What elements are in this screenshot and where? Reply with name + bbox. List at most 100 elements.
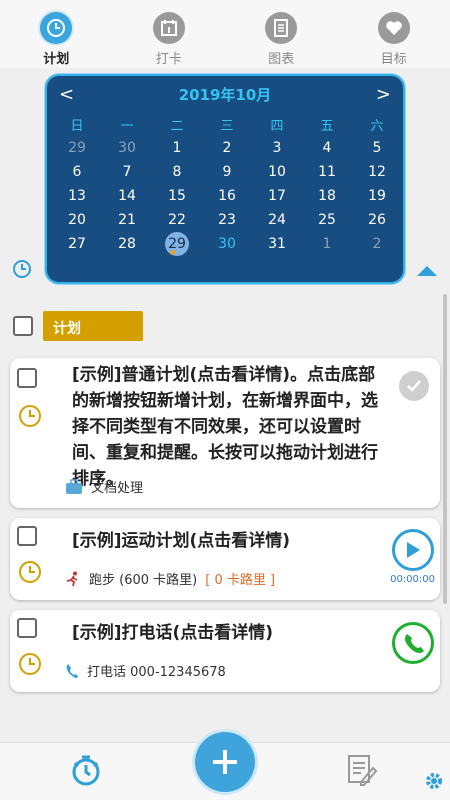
plan-checkbox[interactable]	[17, 618, 37, 638]
calendar-day-today[interactable]: 29	[152, 232, 202, 256]
calendar-day[interactable]: 29	[52, 136, 102, 160]
plan-checkbox[interactable]	[17, 368, 37, 388]
calendar-day[interactable]: 12	[352, 160, 402, 184]
tab-chart[interactable]: 图表	[225, 0, 338, 68]
calendar-day[interactable]: 15	[152, 184, 202, 208]
calendar-day[interactable]: 10	[252, 160, 302, 184]
document-icon	[265, 12, 298, 44]
plan-title: [示例]普通计划(点击看详情)。点击底部的新增按钮新增计划，在新增界面中，选择不…	[72, 365, 378, 489]
notes-icon[interactable]	[347, 754, 377, 786]
calendar-day-number: 15	[168, 188, 186, 204]
calendar-day[interactable]: 30	[102, 136, 152, 160]
tab-goal[interactable]: 目标	[338, 0, 450, 68]
weekday-label: 二	[170, 118, 184, 134]
calendar-day[interactable]: 22	[152, 208, 202, 232]
plan-type: 跑步 (600 卡路里) [ 0 卡路里 ]	[65, 569, 275, 588]
calendar-day-number: 9	[222, 164, 232, 180]
play-button[interactable]	[392, 529, 434, 571]
calendar-day[interactable]: 26	[352, 208, 402, 232]
clock-icon[interactable]	[12, 259, 32, 279]
calendar-day-number: 16	[218, 188, 236, 204]
calendar-day[interactable]: 23	[202, 208, 252, 232]
calendar-day[interactable]: 5	[352, 136, 402, 160]
calendar-day-number: 20	[68, 212, 86, 228]
calendar-day-number: 5	[372, 140, 382, 156]
calendar-day[interactable]: 28	[102, 232, 152, 256]
calendar-day-number: 2	[222, 140, 232, 156]
calendar-day-number: 8	[172, 164, 182, 180]
next-month-button[interactable]: >	[376, 84, 391, 105]
phone-icon	[66, 663, 78, 678]
calendar-day[interactable]: 13	[52, 184, 102, 208]
calendar-day-number: 14	[118, 188, 136, 204]
plan-card[interactable]: [示例]普通计划(点击看详情)。点击底部的新增按钮新增计划，在新增界面中，选择不…	[10, 358, 440, 508]
calendar-day[interactable]: 31	[252, 232, 302, 256]
calendar-day[interactable]: 25	[302, 208, 352, 232]
tab-label: 计划	[43, 52, 70, 67]
calendar-day-number: 30	[118, 140, 136, 156]
calendar-day[interactable]: 21	[102, 208, 152, 232]
plan-card[interactable]: [示例]打电话(点击看详情) 打电话 000-12345678	[10, 610, 440, 692]
collapse-calendar-icon[interactable]	[417, 266, 437, 276]
prev-month-button[interactable]: <	[59, 84, 74, 105]
calendar-day[interactable]: 4	[302, 136, 352, 160]
tab-checkin[interactable]: 打卡	[113, 0, 226, 68]
calendar-day[interactable]: 2	[352, 232, 402, 256]
weekday-label: 三	[220, 118, 234, 134]
calendar-day[interactable]: 14	[102, 184, 152, 208]
plan-card[interactable]: [示例]运动计划(点击看详情) 跑步 (600 卡路里) [ 0 卡路里 ] 0…	[10, 518, 440, 600]
plan-type-label: 文档处理	[91, 481, 144, 496]
calendar-day-number: 23	[218, 212, 236, 228]
calendar-day[interactable]: 8	[152, 160, 202, 184]
calendar-day-number: 29	[68, 140, 86, 156]
calendar-day[interactable]: 20	[52, 208, 102, 232]
calendar-day[interactable]: 16	[202, 184, 252, 208]
calendar-day-number: 21	[118, 212, 136, 228]
stopwatch-icon[interactable]	[70, 754, 102, 786]
running-icon	[66, 571, 78, 586]
calendar-header: < 2019年10月 >	[47, 76, 403, 112]
calendar-day[interactable]: 1	[152, 136, 202, 160]
weekday-label: 五	[320, 118, 334, 134]
tab-plan[interactable]: 计划	[0, 0, 113, 68]
gear-icon[interactable]	[423, 770, 445, 792]
calendar-day-number: 2	[372, 236, 382, 252]
calendar-day-number: 27	[68, 236, 86, 252]
calendar-day[interactable]: 18	[302, 184, 352, 208]
calendar-day-number: 22	[168, 212, 186, 228]
scrollbar[interactable]	[443, 294, 447, 604]
calendar-day[interactable]: 24	[252, 208, 302, 232]
calendar-day[interactable]: 19	[352, 184, 402, 208]
calendar-day-number: 19	[368, 188, 386, 204]
top-tab-bar: 计划 打卡 图表 目标	[0, 0, 450, 68]
calendar-day-number: 7	[122, 164, 132, 180]
plan-checkbox[interactable]	[17, 526, 37, 546]
plan-title: [示例]运动计划(点击看详情)	[72, 531, 291, 551]
calendar-day[interactable]: 2	[202, 136, 252, 160]
calendar-day-number: 24	[268, 212, 286, 228]
calendar-day-number: 13	[68, 188, 86, 204]
calendar-day[interactable]: 1	[302, 232, 352, 256]
clock-icon	[19, 561, 41, 583]
section-checkbox[interactable]	[13, 316, 33, 336]
calendar-day[interactable]: 6	[52, 160, 102, 184]
calendar-day-number: 28	[118, 236, 136, 252]
calendar-day[interactable]: 30	[202, 232, 252, 256]
calendar-day-number: 12	[368, 164, 386, 180]
add-plan-button[interactable]	[195, 732, 255, 792]
calendar-day-number: 29	[165, 232, 189, 256]
calendar-day[interactable]: 11	[302, 160, 352, 184]
calendar-day-number: 30	[218, 236, 236, 252]
calendar-day[interactable]: 27	[52, 232, 102, 256]
calendar-day[interactable]: 17	[252, 184, 302, 208]
clock-icon	[19, 653, 41, 675]
calendar-day-number: 4	[322, 140, 332, 156]
call-button[interactable]	[392, 622, 434, 664]
calendar-day[interactable]: 3	[252, 136, 302, 160]
plan-type: 打电话 000-12345678	[65, 661, 226, 680]
section-label: 计划	[43, 311, 143, 341]
calendar-day[interactable]: 7	[102, 160, 152, 184]
complete-icon[interactable]	[399, 371, 429, 401]
briefcase-icon	[66, 478, 82, 494]
calendar-day[interactable]: 9	[202, 160, 252, 184]
